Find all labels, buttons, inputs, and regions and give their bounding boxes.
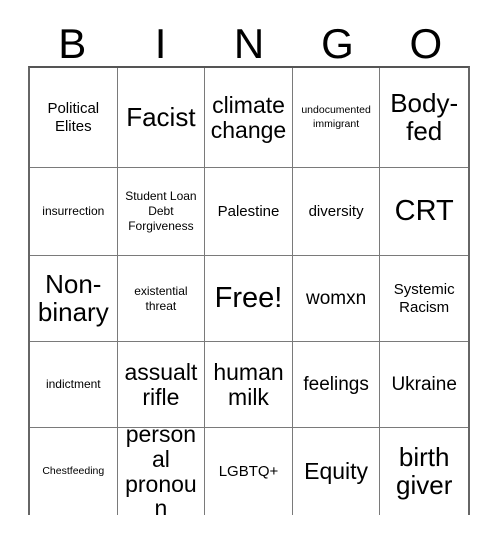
bingo-cell[interactable]: undocumented immigrant bbox=[292, 68, 381, 168]
bingo-cell-label: CRT bbox=[394, 195, 454, 228]
bingo-cell-label: climate change bbox=[210, 91, 287, 143]
bingo-cell-label: womxn bbox=[306, 287, 367, 309]
bingo-cell[interactable]: Non-binary bbox=[30, 256, 118, 342]
bingo-cell-label: existential threat bbox=[134, 283, 188, 313]
bingo-header-letter-n: N bbox=[233, 20, 265, 67]
bingo-cell-label: Systemic Racism bbox=[393, 281, 455, 316]
bingo-cell[interactable]: climate change bbox=[205, 68, 293, 168]
bingo-cell[interactable]: womxn bbox=[292, 256, 381, 342]
bingo-cell[interactable]: CRT bbox=[380, 168, 468, 256]
bingo-cell-label: Free! bbox=[214, 282, 283, 315]
bingo-cell-label: human milk bbox=[213, 358, 284, 410]
bingo-cell[interactable]: Equity bbox=[292, 428, 381, 515]
bingo-cell-label: insurrection bbox=[42, 204, 105, 218]
bingo-cell[interactable]: feelings bbox=[292, 342, 381, 428]
bingo-cell-label: Ukraine bbox=[391, 373, 457, 395]
bingo-cell-label: Chestfeeding bbox=[42, 464, 105, 477]
bingo-cell-label: personal pronoun bbox=[125, 428, 197, 515]
bingo-cell[interactable]: Systemic Racism bbox=[380, 256, 468, 342]
bingo-cell[interactable]: human milk bbox=[205, 342, 293, 428]
bingo-cell-label: undocumented immigrant bbox=[301, 104, 371, 130]
bingo-header-letter-o: O bbox=[409, 20, 443, 67]
bingo-cell[interactable]: Facist bbox=[117, 68, 206, 168]
bingo-header-row: B I N G O bbox=[28, 16, 470, 66]
bingo-cell-label: assualt rifle bbox=[124, 358, 198, 410]
bingo-cell-label: diversity bbox=[308, 202, 364, 220]
bingo-card: B I N G O Political Elites Facist climate … bbox=[0, 0, 500, 544]
bingo-cell[interactable]: LGBTQ+ bbox=[205, 428, 293, 515]
bingo-cell[interactable]: Ukraine bbox=[380, 342, 468, 428]
bingo-cell[interactable]: Free! bbox=[205, 256, 293, 342]
bingo-cell[interactable]: personal pronoun bbox=[117, 428, 206, 515]
bingo-cell[interactable]: Body-fed bbox=[380, 68, 468, 168]
bingo-cell[interactable]: Chestfeeding bbox=[30, 428, 118, 515]
bingo-header-letter-i: I bbox=[154, 20, 167, 67]
bingo-cell[interactable]: assualt rifle bbox=[117, 342, 206, 428]
bingo-grid: Political Elites Facist climate change undo… bbox=[28, 66, 470, 515]
bingo-cell-label: Student Loan Debt Forgiveness bbox=[125, 189, 197, 233]
bingo-cell-label: Body-fed bbox=[390, 87, 459, 146]
bingo-cell[interactable]: Student Loan Debt Forgiveness bbox=[117, 168, 206, 256]
bingo-cell[interactable]: birth giver bbox=[380, 428, 468, 515]
bingo-cell[interactable]: indictment bbox=[30, 342, 118, 428]
bingo-cell-label: LGBTQ+ bbox=[218, 462, 279, 480]
bingo-cell-label: Political Elites bbox=[47, 100, 100, 135]
bingo-header-letter-g: G bbox=[321, 20, 354, 67]
bingo-cell-label: Facist bbox=[126, 101, 196, 132]
bingo-cell-label: Equity bbox=[304, 458, 369, 485]
bingo-cell[interactable]: Political Elites bbox=[30, 68, 118, 168]
bingo-cell-label: birth giver bbox=[396, 441, 453, 500]
bingo-cell-label: Non-binary bbox=[37, 268, 109, 327]
bingo-cell-label: indictment bbox=[45, 377, 101, 391]
bingo-cell[interactable]: existential threat bbox=[117, 256, 206, 342]
bingo-header-letter-b: B bbox=[58, 20, 87, 67]
bingo-cell[interactable]: Palestine bbox=[205, 168, 293, 256]
bingo-cell-label: Palestine bbox=[217, 202, 280, 220]
bingo-cell-label: feelings bbox=[303, 373, 369, 395]
bingo-cell[interactable]: insurrection bbox=[30, 168, 118, 256]
bingo-cell[interactable]: diversity bbox=[292, 168, 381, 256]
